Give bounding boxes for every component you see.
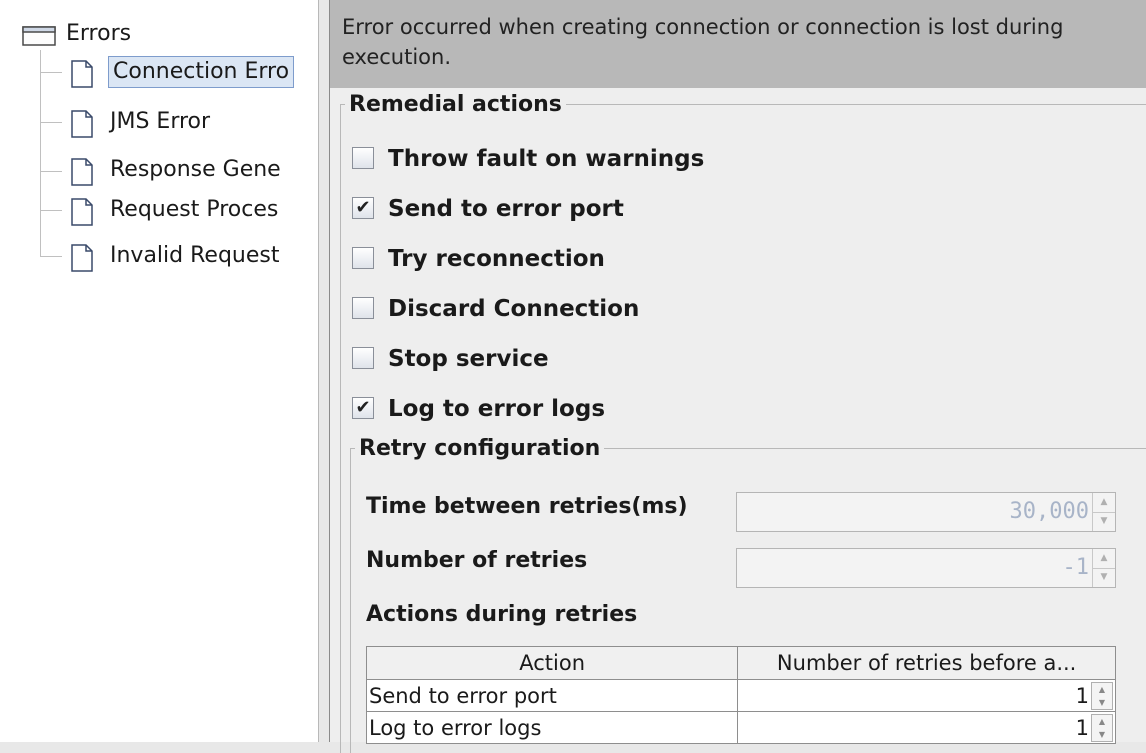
error-tree[interactable]: Errors Connection Erro JMS Error Respons… <box>0 0 319 742</box>
tree-item-label: Connection Erro <box>108 56 295 88</box>
checkbox-label: Log to error logs <box>388 396 606 422</box>
document-icon <box>71 158 93 186</box>
checkbox-label: Throw fault on warnings <box>388 146 705 172</box>
table-row[interactable]: Send to error port 1 ▲ ▼ <box>365 679 1116 712</box>
time-between-retries-label: Time between retries(ms) <box>366 494 688 519</box>
tree-connector <box>40 72 62 73</box>
action-cell[interactable]: Log to error logs <box>365 711 739 744</box>
number-of-retries-label: Number of retries <box>366 548 588 573</box>
action-cell[interactable]: Send to error port <box>365 679 739 712</box>
spin-up-icon[interactable]: ▲ <box>1092 715 1112 728</box>
retries-before-value: 1 <box>1075 715 1089 740</box>
number-of-retries-value: -1 <box>1062 555 1090 580</box>
retries-before-cell[interactable]: 1 ▲ ▼ <box>737 711 1116 744</box>
spin-up-icon[interactable]: ▲ <box>1093 549 1115 569</box>
spin-down-icon[interactable]: ▼ <box>1092 728 1112 741</box>
error-details-panel: Error occurred when creating connection … <box>330 0 1146 753</box>
actions-during-retries-label: Actions during retries <box>366 602 638 627</box>
checkbox-box[interactable] <box>352 347 374 369</box>
time-between-retries-value: 30,000 <box>1009 499 1089 524</box>
tree-item-label: Invalid Request <box>110 243 280 268</box>
retries-before-value: 1 <box>1075 683 1089 708</box>
spinner-buttons[interactable]: ▲ ▼ <box>1092 493 1115 531</box>
table-row[interactable]: Log to error logs 1 ▲ ▼ <box>365 711 1116 744</box>
cell-spinner[interactable]: ▲ ▼ <box>1091 682 1113 710</box>
document-icon <box>71 244 93 272</box>
table-header-row: Action Number of retries before a... <box>365 646 1116 680</box>
spin-down-icon[interactable]: ▼ <box>1093 568 1115 587</box>
tree-connector <box>40 122 62 123</box>
split-pane-divider[interactable] <box>318 0 330 742</box>
retry-configuration-title: Retry configuration <box>359 436 601 461</box>
checkbox-box[interactable]: ✔ <box>352 197 374 219</box>
cell-spinner[interactable]: ▲ ▼ <box>1091 714 1113 742</box>
checkbox-box[interactable] <box>352 247 374 269</box>
spin-down-icon[interactable]: ▼ <box>1092 696 1112 709</box>
column-header-retries-before[interactable]: Number of retries before a... <box>737 646 1116 680</box>
checkbox-label: Stop service <box>388 346 549 372</box>
number-of-retries-spinner[interactable]: -1 ▲ ▼ <box>736 548 1116 588</box>
remedial-actions-title: Remedial actions <box>349 92 562 117</box>
document-icon <box>71 60 93 88</box>
error-description: Error occurred when creating connection … <box>330 0 1146 88</box>
spin-down-icon[interactable]: ▼ <box>1093 512 1115 531</box>
checkbox-box[interactable]: ✔ <box>352 397 374 419</box>
tree-item-label: Request Proces <box>110 197 279 222</box>
time-between-retries-spinner[interactable]: 30,000 ▲ ▼ <box>736 492 1116 532</box>
tree-item-label: JMS Error <box>110 109 211 134</box>
document-icon <box>71 110 93 138</box>
checkbox-label: Send to error port <box>388 196 624 222</box>
checkbox-box[interactable] <box>352 147 374 169</box>
tree-root-label: Errors <box>66 21 132 46</box>
document-icon <box>71 198 93 226</box>
spin-up-icon[interactable]: ▲ <box>1092 683 1112 696</box>
tree-connector <box>40 171 62 172</box>
checkbox-label: Try reconnection <box>388 246 605 272</box>
column-header-action[interactable]: Action <box>365 646 739 680</box>
spin-up-icon[interactable]: ▲ <box>1093 493 1115 513</box>
tree-item-label: Response Gene <box>110 157 281 182</box>
folder-icon <box>22 26 56 46</box>
actions-during-retries-table[interactable]: Action Number of retries before a... Sen… <box>365 646 1116 744</box>
tree-connector <box>40 210 62 211</box>
spinner-buttons[interactable]: ▲ ▼ <box>1092 549 1115 587</box>
checkbox-box[interactable] <box>352 297 374 319</box>
tree-connector <box>40 256 62 257</box>
checkbox-label: Discard Connection <box>388 296 640 322</box>
tree-connector <box>40 50 41 256</box>
retries-before-cell[interactable]: 1 ▲ ▼ <box>737 679 1116 712</box>
